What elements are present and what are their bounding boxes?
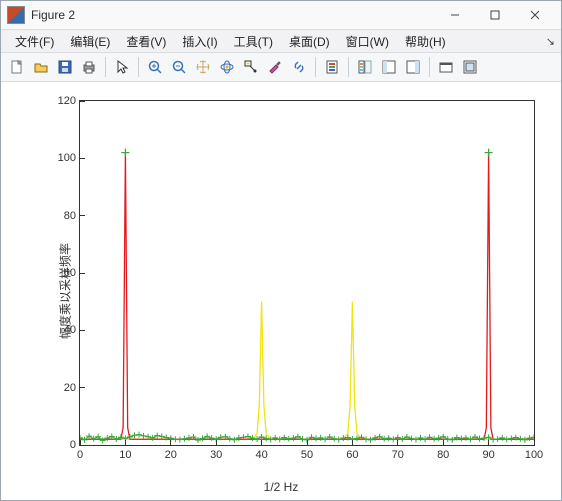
xtick-label: 10 — [119, 449, 131, 461]
toolbar-separator — [138, 57, 139, 77]
insert-legend-icon[interactable] — [354, 56, 376, 78]
window-title: Figure 2 — [31, 8, 75, 22]
figure-window: Figure 2 文件(F) 编辑(E) 查看(V) 插入(I) 工具(T) 桌… — [0, 0, 562, 501]
toolbar-separator — [315, 57, 316, 77]
maximize-axes-icon[interactable] — [459, 56, 481, 78]
zoom-in-icon[interactable] — [144, 56, 166, 78]
xtick-label: 60 — [346, 449, 358, 461]
ytick-label: 40 — [64, 324, 76, 336]
link-icon[interactable] — [288, 56, 310, 78]
menu-insert[interactable]: 插入(I) — [174, 31, 225, 52]
dock-menu-glyph-icon[interactable]: ↘ — [546, 35, 555, 48]
xtick-label: 70 — [392, 449, 404, 461]
menu-window[interactable]: 窗口(W) — [338, 31, 397, 52]
menu-file[interactable]: 文件(F) — [7, 31, 62, 52]
xtick-label: 90 — [482, 449, 494, 461]
menu-help[interactable]: 帮助(H) — [397, 31, 454, 52]
ytick-label: 100 — [58, 152, 76, 164]
xtick-label: 0 — [77, 449, 83, 461]
toolbar — [1, 53, 561, 82]
ytick-label: 120 — [58, 95, 76, 107]
save-icon[interactable] — [54, 56, 76, 78]
ytick-label: 80 — [64, 210, 76, 222]
ytick-label: 0 — [70, 439, 76, 451]
menubar: 文件(F) 编辑(E) 查看(V) 插入(I) 工具(T) 桌面(D) 窗口(W… — [1, 29, 561, 53]
xtick-label: 20 — [165, 449, 177, 461]
matlab-icon — [7, 6, 25, 24]
colorbar-icon[interactable] — [321, 56, 343, 78]
xtick-label: 30 — [210, 449, 222, 461]
figure-client: 幅度乘以采样频率 1/2 Hz 020406080100120010203040… — [1, 82, 561, 500]
hide-plot-tools-icon[interactable] — [378, 56, 400, 78]
dock-icon[interactable] — [435, 56, 457, 78]
zoom-out-icon[interactable] — [168, 56, 190, 78]
series-red-peaks — [80, 153, 534, 440]
pan-icon[interactable] — [192, 56, 214, 78]
close-button[interactable] — [515, 1, 555, 29]
menu-view[interactable]: 查看(V) — [118, 31, 174, 52]
brush-icon[interactable] — [264, 56, 286, 78]
minimize-button[interactable] — [435, 1, 475, 29]
show-plot-tools-icon[interactable] — [402, 56, 424, 78]
menu-tools[interactable]: 工具(T) — [226, 31, 281, 52]
xtick-label: 40 — [255, 449, 267, 461]
titlebar[interactable]: Figure 2 — [1, 1, 561, 29]
print-icon[interactable] — [78, 56, 100, 78]
toolbar-separator — [348, 57, 349, 77]
menu-edit[interactable]: 编辑(E) — [62, 31, 118, 52]
menu-desktop[interactable]: 桌面(D) — [281, 31, 338, 52]
axes[interactable]: 0204060801001200102030405060708090100 — [79, 100, 535, 446]
ytick-label: 20 — [64, 382, 76, 394]
pointer-icon[interactable] — [111, 56, 133, 78]
plot-canvas — [80, 101, 534, 445]
series-yellow-peaks — [80, 302, 534, 440]
peak-markers — [121, 149, 492, 157]
xtick-label: 80 — [437, 449, 449, 461]
data-cursor-icon[interactable] — [240, 56, 262, 78]
x-axis-label: 1/2 Hz — [264, 480, 299, 494]
toolbar-separator — [105, 57, 106, 77]
rotate-3d-icon[interactable] — [216, 56, 238, 78]
xtick-label: 100 — [525, 449, 543, 461]
ytick-label: 60 — [64, 267, 76, 279]
xtick-label: 50 — [301, 449, 313, 461]
new-figure-icon[interactable] — [6, 56, 28, 78]
maximize-button[interactable] — [475, 1, 515, 29]
open-icon[interactable] — [30, 56, 52, 78]
toolbar-separator — [429, 57, 430, 77]
